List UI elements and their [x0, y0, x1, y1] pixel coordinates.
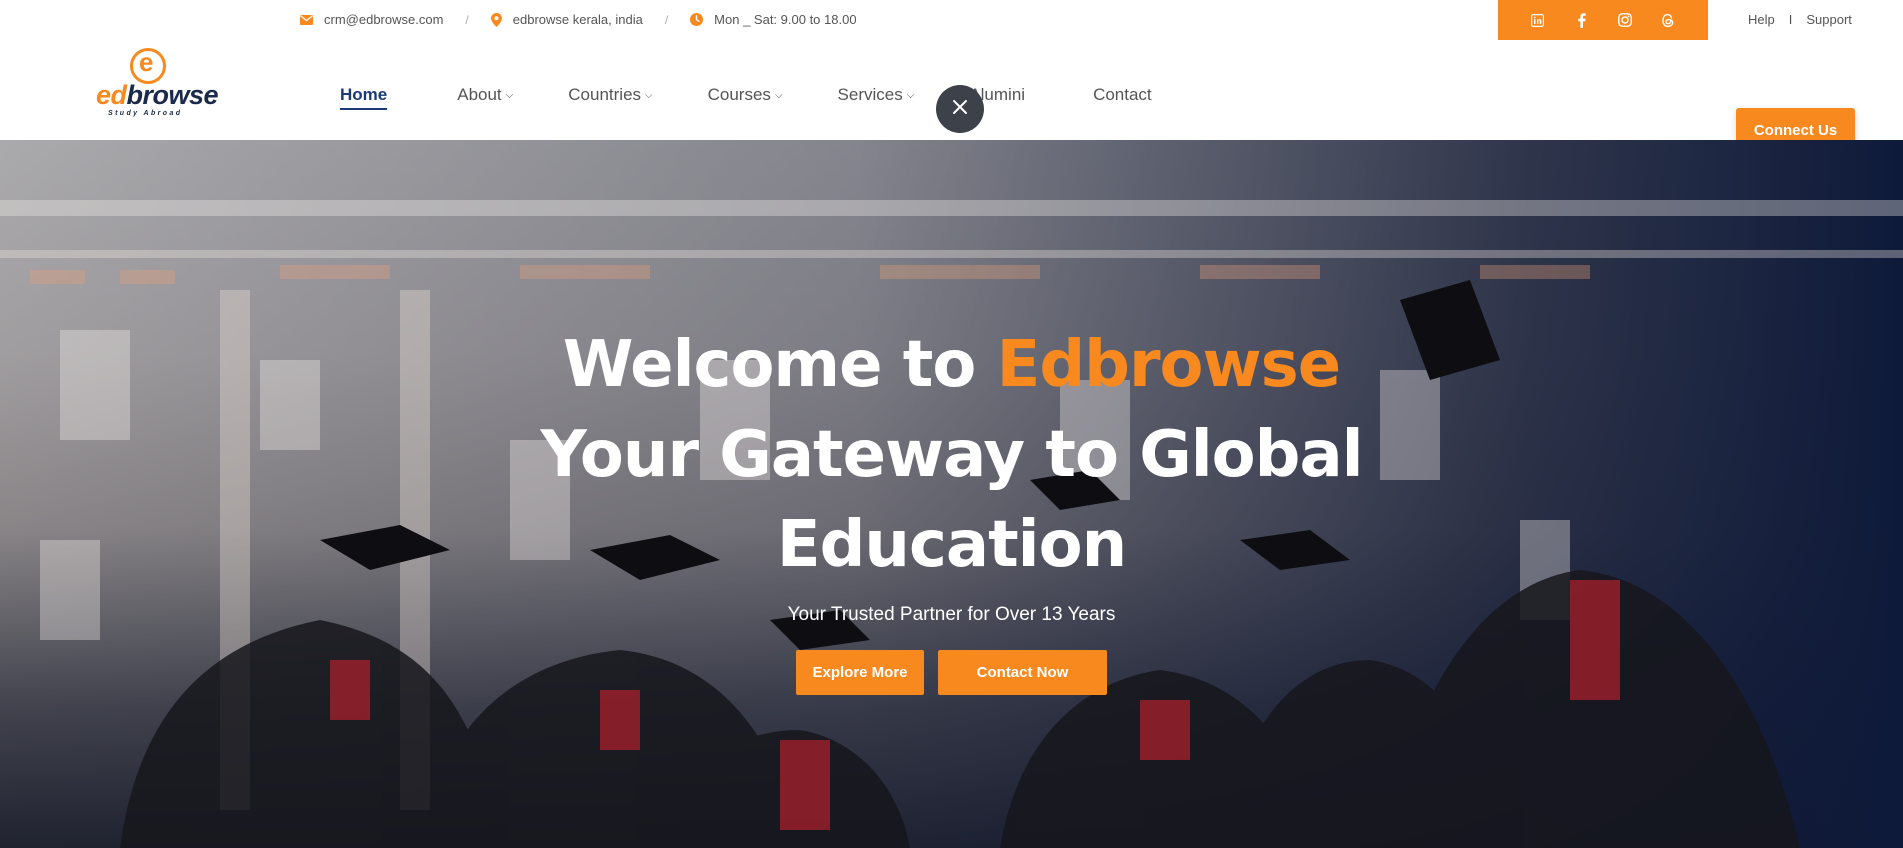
nav-item-services[interactable]: Services ⌵ [838, 85, 915, 105]
hero-title-line3: Education [776, 508, 1127, 582]
hero-title: Welcome to Edbrowse Your Gateway to Glob… [0, 320, 1903, 590]
location-info: edbrowse kerala, india [490, 12, 643, 27]
chevron-down-icon: ⌵ [906, 90, 915, 101]
hero-buttons: Explore More Contact Now [0, 650, 1903, 695]
hero-content: Welcome to Edbrowse Your Gateway to Glob… [0, 320, 1903, 695]
location-text: edbrowse kerala, india [512, 12, 643, 27]
email-text[interactable]: crm@edbrowse.com [324, 12, 443, 27]
info-separator: / [664, 12, 669, 27]
nav-item-courses[interactable]: Courses ⌵ [708, 85, 783, 105]
contact-now-button[interactable]: Contact Now [938, 650, 1107, 695]
threads-icon[interactable] [1658, 10, 1678, 30]
explore-more-button[interactable]: Explore More [796, 650, 924, 695]
edbrowse-logo[interactable]: edbrowse Study Abroad [96, 46, 219, 120]
hero-subtitle: Your Trusted Partner for Over 13 Years [787, 604, 1116, 625]
hours-text: Mon _ Sat: 9.00 to 18.00 [714, 12, 857, 27]
close-button[interactable] [936, 85, 984, 133]
info-separator: / [465, 12, 469, 27]
top-bar: crm@edbrowse.com / edbrowse kerala, indi… [0, 0, 1903, 40]
facebook-icon[interactable] [1571, 10, 1591, 30]
map-pin-icon [490, 12, 502, 27]
main-navbar: edbrowse Study Abroad Home About⌵ Countr… [0, 40, 1903, 153]
envelope-icon [300, 14, 313, 25]
logo-tagline: Study Abroad [108, 110, 183, 117]
close-icon [952, 99, 968, 120]
email-info[interactable]: crm@edbrowse.com [300, 12, 443, 27]
chevron-down-icon: ⌵ [774, 90, 783, 101]
hero-title-line2: Your Gateway to Global [540, 418, 1363, 492]
support-link[interactable]: Support [1806, 12, 1852, 27]
logo-wordmark: edbrowse [96, 80, 219, 110]
nav-item-about[interactable]: About ⌵ [457, 85, 513, 105]
instagram-icon[interactable] [1615, 10, 1635, 30]
nav-item-home[interactable]: Home [340, 85, 388, 110]
social-links [1498, 0, 1708, 40]
clock-icon [690, 13, 704, 26]
help-links: Help I Support [1748, 12, 1852, 27]
nav-item-countries[interactable]: Countries ⌵ [568, 85, 652, 105]
chevron-down-icon: ⌵ [645, 90, 653, 101]
nav-menu: Home About ⌵ Countries ⌵ Courses ⌵ Services… [340, 80, 1152, 110]
help-divider: I [1788, 12, 1793, 27]
logo-mark-icon [130, 47, 166, 84]
linkedin-icon[interactable] [1528, 10, 1548, 30]
hero-section: Welcome to Edbrowse Your Gateway to Glob… [0, 140, 1903, 848]
chevron-down-icon: ⌵ [505, 90, 514, 101]
hero-title-prefix: Welcome to [562, 328, 997, 402]
hero-title-brand: Edbrowse [996, 328, 1341, 402]
contact-info: crm@edbrowse.com / edbrowse kerala, indi… [300, 12, 857, 27]
nav-item-contact[interactable]: Contact [1093, 85, 1152, 105]
hours-info: Mon _ Sat: 9.00 to 18.00 [690, 12, 857, 27]
help-link[interactable]: Help [1748, 12, 1775, 27]
